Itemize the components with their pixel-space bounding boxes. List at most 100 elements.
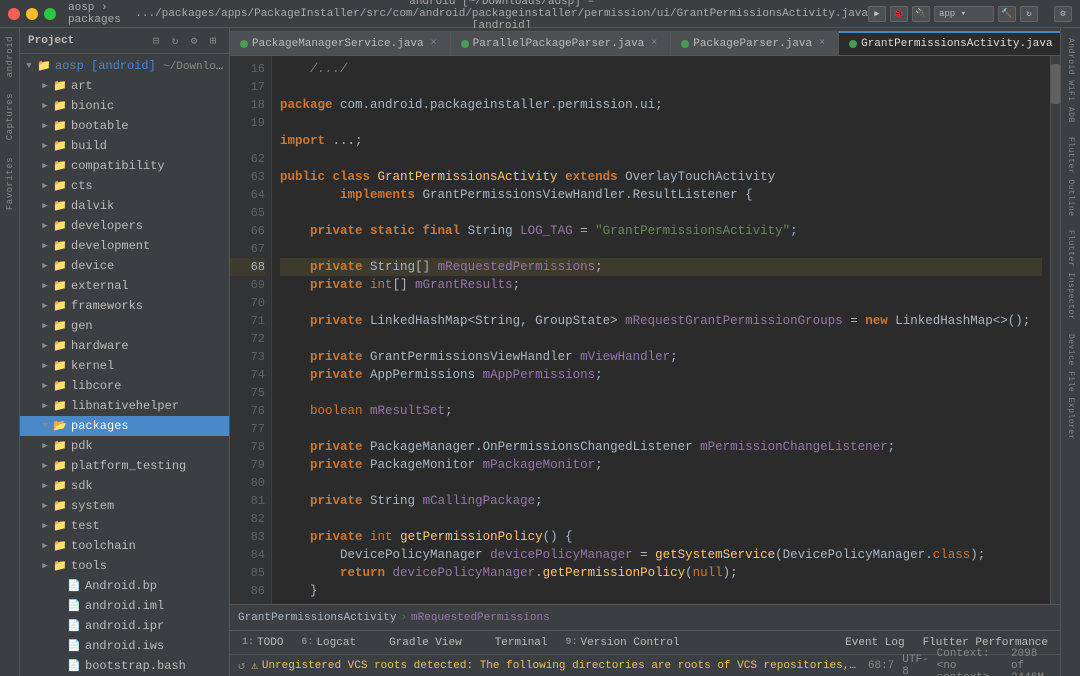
tree-item-platform-testing[interactable]: ▶ 📁 platform_testing — [20, 456, 229, 476]
project-expand-icon[interactable]: ⊞ — [205, 33, 221, 49]
tool-tab-versioncontrol[interactable]: 9: Version Control — [558, 633, 688, 653]
tree-item-bootstrap[interactable]: ▶ 📄 bootstrap.bash — [20, 656, 229, 676]
right-strip-flutter-inspector-label[interactable]: Flutter Inspector — [1066, 224, 1075, 326]
frameworks-arrow: ▶ — [38, 301, 52, 311]
tree-item-build[interactable]: ▶ 📁 build — [20, 136, 229, 156]
status-vcs-text: Unregistered VCS roots detected: The fol… — [262, 660, 862, 672]
build-button[interactable]: 🔨 — [998, 6, 1016, 22]
tab-packagemanagerservice[interactable]: PackageManagerService.java × — [230, 31, 451, 55]
tree-item-androidipr[interactable]: ▶ 📄 android.ipr — [20, 616, 229, 636]
tree-item-kernel[interactable]: ▶ 📁 kernel — [20, 356, 229, 376]
tool-tab-gradleview[interactable]: 0: Gradle View — [366, 633, 470, 653]
tree-item-packages[interactable]: ▼ 📂 packages — [20, 416, 229, 436]
tab-grantpermissionsactivity[interactable]: GrantPermissionsActivity.java × — [839, 31, 1060, 55]
tab-dot-grantpermissionsactivity — [849, 40, 857, 48]
tree-item-androidbp[interactable]: ▶ 📄 Android.bp — [20, 576, 229, 596]
tree-item-hardware[interactable]: ▶ 📁 hardware — [20, 336, 229, 356]
attach-button[interactable]: 🔌 — [912, 6, 930, 22]
tree-item-androidiml[interactable]: ▶ 📄 android.iml — [20, 596, 229, 616]
line-num: 70 — [230, 294, 265, 312]
sidebar-captures-label[interactable]: Captures — [5, 85, 15, 148]
developers-folder-icon: 📁 — [52, 219, 68, 233]
sidebar-favorites-label[interactable]: Favorites — [5, 149, 15, 218]
packages-folder-icon: 📂 — [52, 419, 68, 433]
bionic-arrow: ▶ — [38, 101, 52, 111]
code-content[interactable]: /.../ package com.android.packageinstall… — [272, 56, 1050, 604]
tree-item-external[interactable]: ▶ 📁 external — [20, 276, 229, 296]
tab-close-packagemanagerservice[interactable]: × — [428, 38, 440, 49]
line-num: 80 — [230, 474, 265, 492]
right-strip-device-file-label[interactable]: Device File Explorer — [1066, 328, 1075, 446]
debug-button[interactable]: 🐞 — [890, 6, 908, 22]
project-header-icons: ⊟ ↻ ⚙ ⊞ — [148, 33, 221, 49]
project-settings-icon[interactable]: ⚙ — [186, 33, 202, 49]
breadcrumb-separator: › — [400, 612, 407, 624]
close-button[interactable] — [8, 8, 20, 20]
tab-close-packageparser[interactable]: × — [816, 38, 828, 49]
tree-item-art[interactable]: ▶ 📁 art — [20, 76, 229, 96]
sync-button[interactable]: ↻ — [1020, 6, 1038, 22]
right-strip-adb-label[interactable]: Android WiFi ADB — [1066, 32, 1075, 129]
line-num: 83 — [230, 528, 265, 546]
tool-tab-todo[interactable]: 1: TODO — [234, 633, 291, 653]
run-config-selector[interactable]: app ▾ — [934, 6, 994, 22]
tree-item-androidiws[interactable]: ▶ 📄 android.iws — [20, 636, 229, 656]
tree-item-bionic[interactable]: ▶ 📁 bionic — [20, 96, 229, 116]
development-label: development — [71, 239, 150, 253]
line-num: 76 — [230, 402, 265, 420]
code-line-65 — [280, 204, 1042, 222]
tree-root[interactable]: ▼ 📁 aosp [android] ~/Downloads/aosp — [20, 56, 229, 76]
line-num: 73 — [230, 348, 265, 366]
settings-button[interactable]: ⚙ — [1054, 6, 1072, 22]
run-button[interactable]: ▶ — [868, 6, 886, 22]
tree-item-dalvik[interactable]: ▶ 📁 dalvik — [20, 196, 229, 216]
build-folder-icon: 📁 — [52, 139, 68, 153]
tab-parallelpackageparser[interactable]: ParallelPackageParser.java × — [451, 31, 672, 55]
androidipr-file-icon: 📄 — [66, 619, 82, 633]
tree-item-sdk[interactable]: ▶ 📁 sdk — [20, 476, 229, 496]
editor-scrollbar[interactable] — [1050, 56, 1060, 604]
tree-item-bootable[interactable]: ▶ 📁 bootable — [20, 116, 229, 136]
right-strip-flutter-outline-label[interactable]: Flutter Outline — [1066, 131, 1075, 223]
line-num: 67 — [230, 240, 265, 258]
art-folder-icon: 📁 — [52, 79, 68, 93]
tree-item-developers[interactable]: ▶ 📁 developers — [20, 216, 229, 236]
line-num: 69 — [230, 276, 265, 294]
tools-label: tools — [71, 559, 107, 573]
code-line-82 — [280, 510, 1042, 528]
bootstrap-label: bootstrap.bash — [85, 659, 186, 673]
sidebar-android-label[interactable]: android — [5, 28, 15, 85]
tab-packageparser[interactable]: PackageParser.java × — [671, 31, 839, 55]
sdk-folder-icon: 📁 — [52, 479, 68, 493]
tree-item-system[interactable]: ▶ 📁 system — [20, 496, 229, 516]
status-bar: ↺ ⚠ Unregistered VCS roots detected: The… — [230, 654, 1060, 676]
tree-item-frameworks[interactable]: ▶ 📁 frameworks — [20, 296, 229, 316]
libcore-arrow: ▶ — [38, 381, 52, 391]
root-label: aosp [android] ~/Downloads/aosp — [55, 59, 225, 73]
platform-testing-arrow: ▶ — [38, 461, 52, 471]
tree-item-device[interactable]: ▶ 📁 device — [20, 256, 229, 276]
maximize-button[interactable] — [44, 8, 56, 20]
kernel-label: kernel — [71, 359, 114, 373]
tree-item-pdk[interactable]: ▶ 📁 pdk — [20, 436, 229, 456]
tree-item-compatibility[interactable]: ▶ 📁 compatibility — [20, 156, 229, 176]
compatibility-arrow: ▶ — [38, 161, 52, 171]
tree-item-libcore[interactable]: ▶ 📁 libcore — [20, 376, 229, 396]
tree-item-toolchain[interactable]: ▶ 📁 toolchain — [20, 536, 229, 556]
project-panel: Project ⊟ ↻ ⚙ ⊞ ▼ 📁 aosp [android] ~/Dow… — [20, 28, 230, 676]
minimize-button[interactable] — [26, 8, 38, 20]
tool-tab-terminal[interactable]: 0: Terminal — [472, 633, 556, 653]
tree-item-libnativehelper[interactable]: ▶ 📁 libnativehelper — [20, 396, 229, 416]
tree-item-test[interactable]: ▶ 📁 test — [20, 516, 229, 536]
tree-item-cts[interactable]: ▶ 📁 cts — [20, 176, 229, 196]
tool-tab-logcat[interactable]: 6: Logcat — [293, 633, 364, 653]
tree-item-development[interactable]: ▶ 📁 development — [20, 236, 229, 256]
tree-item-tools[interactable]: ▶ 📁 tools — [20, 556, 229, 576]
libcore-label: libcore — [71, 379, 121, 393]
bootstrap-file-icon: 📄 — [66, 659, 82, 673]
tab-close-parallelpackageparser[interactable]: × — [648, 38, 660, 49]
project-sync-icon[interactable]: ↻ — [167, 33, 183, 49]
project-hide-icon[interactable]: ⊟ — [148, 33, 164, 49]
tree-item-gen[interactable]: ▶ 📁 gen — [20, 316, 229, 336]
device-label: device — [71, 259, 114, 273]
